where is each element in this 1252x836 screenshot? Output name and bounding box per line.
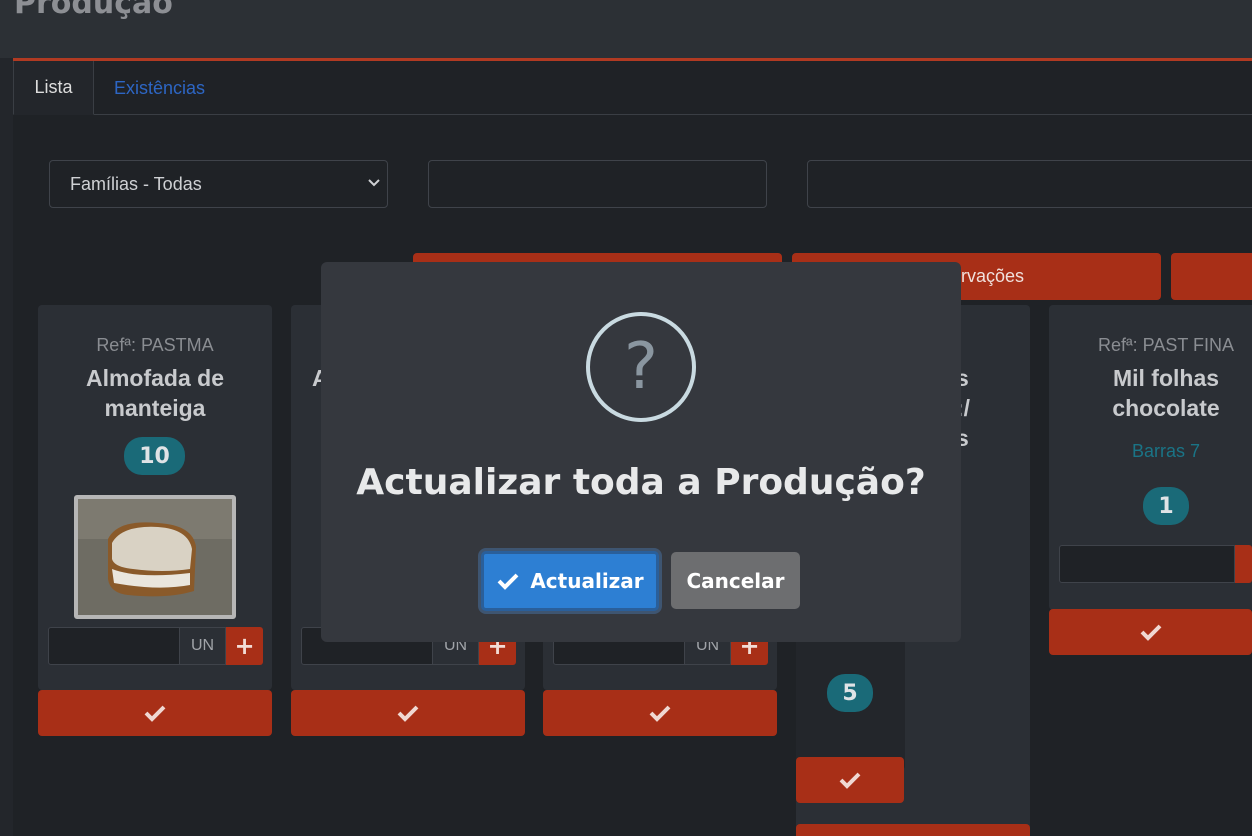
check-icon <box>1140 624 1161 641</box>
product-ref: Refª: PAST FINA <box>1097 335 1235 355</box>
product-name-line1: Almofada de <box>85 365 225 391</box>
dialog-title: Actualizar toda a Produção? <box>356 462 926 503</box>
unit-label: UN <box>180 627 226 665</box>
confirm-button[interactable] <box>543 690 777 736</box>
quantity-badge: 10 <box>124 437 185 475</box>
top-strip <box>0 0 1252 58</box>
check-icon <box>649 705 671 722</box>
check-icon <box>497 573 519 590</box>
quantity-badge: 1 <box>1143 487 1189 525</box>
quantity-input[interactable] <box>1059 545 1235 583</box>
check-icon <box>839 772 861 789</box>
inner-card: KG 5 <box>796 620 905 770</box>
confirm-button[interactable] <box>291 690 525 736</box>
cancel-label: Cancelar <box>686 568 785 593</box>
product-photo[interactable] <box>74 495 236 619</box>
plus-icon[interactable] <box>1235 545 1252 583</box>
actualizar-label: Actualizar <box>530 569 644 593</box>
check-icon <box>397 705 419 722</box>
tab-existencias[interactable]: Existências <box>114 61 214 115</box>
actualizar-button[interactable]: Actualizar <box>481 551 659 611</box>
confirm-dialog: ? Actualizar toda a Produção? Actualizar… <box>321 262 961 642</box>
quantity-badge: 5 <box>827 674 873 712</box>
question-icon: ? <box>586 312 696 422</box>
confirm-button[interactable] <box>1049 609 1252 655</box>
product-ref: Refª: PASTMA <box>96 335 214 355</box>
tab-bar: Lista Existências <box>13 61 1252 115</box>
product-name-line2: manteiga <box>104 395 206 421</box>
filter-input[interactable] <box>807 160 1252 208</box>
search-input[interactable] <box>428 160 767 208</box>
page-title: Produção <box>14 0 173 21</box>
quantity-input[interactable] <box>48 627 180 665</box>
family-select-value: Famílias - Todas <box>70 173 202 194</box>
plus-icon[interactable]: + <box>226 627 263 665</box>
confirm-button[interactable] <box>38 690 272 736</box>
action-button-3[interactable] <box>1171 253 1252 300</box>
family-select[interactable]: Famílias - Todas <box>49 160 388 208</box>
product-variant: Barras 7 <box>1131 441 1201 461</box>
cancel-button[interactable]: Cancelar <box>671 552 800 609</box>
quantity-stepper <box>1059 545 1252 583</box>
action-button-lower[interactable] <box>796 824 1030 836</box>
check-icon <box>144 705 166 722</box>
tab-lista[interactable]: Lista <box>13 61 94 115</box>
question-glyph: ? <box>624 330 658 404</box>
confirm-button[interactable] <box>796 757 904 803</box>
chevron-down-icon <box>368 179 380 187</box>
product-name-line1: Mil folhas <box>1112 365 1220 391</box>
bread-image <box>78 499 232 615</box>
product-name-line2: chocolate <box>1112 395 1220 421</box>
quantity-stepper: UN + <box>48 627 263 665</box>
